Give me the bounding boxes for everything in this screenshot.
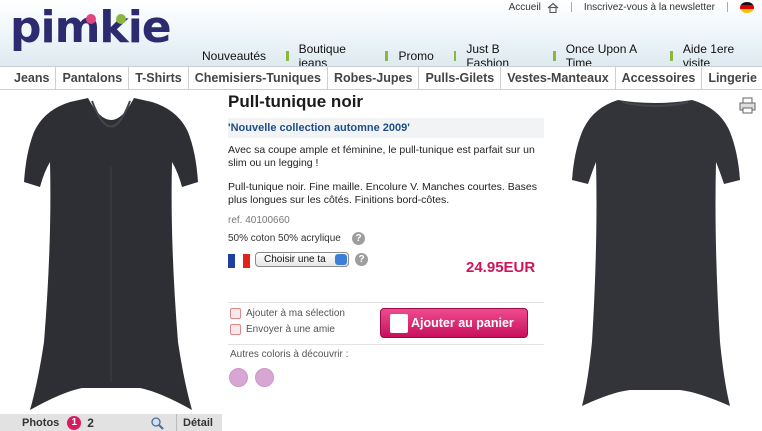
site-header: pimkie Accueil Inscrivez-vous à la newsl… bbox=[0, 0, 762, 70]
nav-label: Promo bbox=[398, 49, 434, 63]
send-to-friend-link[interactable]: Envoyer à une amie bbox=[230, 324, 335, 335]
print-icon[interactable] bbox=[739, 97, 756, 114]
product-image-front[interactable] bbox=[0, 92, 222, 414]
divider bbox=[570, 2, 572, 12]
zoom-icon[interactable] bbox=[150, 416, 164, 430]
photos-label: Photos bbox=[22, 416, 60, 429]
category-bar: Jeans Pantalons T-Shirts Chemisiers-Tuni… bbox=[0, 66, 762, 90]
add-to-cart-label: Ajouter au panier bbox=[411, 316, 514, 330]
top-utility-bar: Accueil Inscrivez-vous à la newsletter bbox=[509, 0, 754, 14]
add-to-selection-label: Ajouter à ma sélection bbox=[246, 308, 345, 319]
size-select[interactable]: Choisir une ta bbox=[255, 252, 349, 267]
category-vestes-manteaux[interactable]: Vestes-Manteaux bbox=[501, 67, 616, 89]
add-to-selection-link[interactable]: Ajouter à ma sélection bbox=[230, 308, 345, 319]
category-t-shirts[interactable]: T-Shirts bbox=[129, 67, 189, 89]
category-lingerie[interactable]: Lingerie bbox=[702, 67, 762, 89]
product-description-details: Pull-tunique noir. Fine maille. Encolure… bbox=[228, 181, 537, 206]
product-description-intro: Avec sa coupe ample et féminine, le pull… bbox=[228, 144, 535, 169]
logo-dot-icon bbox=[86, 14, 96, 24]
nav-bullet bbox=[453, 51, 457, 61]
category-accessoires[interactable]: Accessoires bbox=[616, 67, 703, 89]
category-jeans[interactable]: Jeans bbox=[0, 67, 57, 89]
photo-page-2[interactable]: 2 bbox=[87, 416, 94, 430]
divider bbox=[727, 2, 728, 12]
product-image-back[interactable] bbox=[548, 92, 762, 414]
logo-dot-icon bbox=[116, 14, 126, 24]
detail-button[interactable]: Détail bbox=[176, 414, 213, 431]
category-robes-jupes[interactable]: Robes-Jupes bbox=[328, 67, 420, 89]
select-arrows-icon bbox=[335, 254, 347, 265]
nav-bullet bbox=[670, 51, 673, 61]
nav-label: Nouveautés bbox=[202, 49, 267, 63]
selection-icon bbox=[230, 308, 241, 319]
send-to-friend-label: Envoyer à une amie bbox=[246, 324, 335, 335]
german-flag-icon[interactable] bbox=[740, 1, 754, 13]
product-reference: ref. 40100660 bbox=[228, 215, 290, 226]
nav-bullet bbox=[553, 51, 556, 61]
size-help-icon[interactable]: ? bbox=[355, 253, 368, 266]
collection-banner: 'Nouvelle collection automne 2009' bbox=[228, 118, 544, 138]
product-price: 24.95EUR bbox=[466, 259, 536, 276]
product-info: Pull-tunique noir 'Nouvelle collection a… bbox=[228, 92, 544, 387]
color-swatch[interactable] bbox=[229, 368, 248, 387]
home-icon[interactable] bbox=[547, 2, 559, 13]
shopping-bag-icon bbox=[390, 314, 408, 333]
category-chemisiers-tuniques[interactable]: Chemisiers-Tuniques bbox=[189, 67, 328, 89]
product-composition: 50% coton 50% acrylique bbox=[228, 233, 341, 244]
category-pulls-gilets[interactable]: Pulls-Gilets bbox=[419, 67, 502, 89]
home-link[interactable]: Accueil bbox=[509, 2, 541, 13]
add-to-cart-button[interactable]: Ajouter au panier bbox=[380, 308, 528, 338]
photo-navigation-bar: Photos 1 2 Détail bbox=[0, 414, 222, 431]
pimkie-logo[interactable]: pimkie bbox=[10, 2, 172, 53]
product-title: Pull-tunique noir bbox=[228, 92, 364, 111]
category-pantalons[interactable]: Pantalons bbox=[56, 67, 130, 89]
newsletter-link[interactable]: Inscrivez-vous à la newsletter bbox=[584, 2, 715, 13]
color-swatch[interactable] bbox=[255, 368, 274, 387]
other-colors-label: Autres coloris à découvrir : bbox=[230, 349, 349, 360]
composition-help-icon[interactable]: ? bbox=[352, 232, 365, 245]
divider bbox=[228, 344, 544, 345]
envelope-icon bbox=[230, 324, 241, 335]
french-flag-icon bbox=[228, 254, 250, 268]
nav-bullet bbox=[385, 51, 389, 61]
photo-page-1[interactable]: 1 bbox=[67, 415, 82, 430]
divider bbox=[228, 302, 544, 303]
size-select-value: Choisir une ta bbox=[264, 254, 326, 265]
nav-bullet bbox=[286, 51, 289, 61]
